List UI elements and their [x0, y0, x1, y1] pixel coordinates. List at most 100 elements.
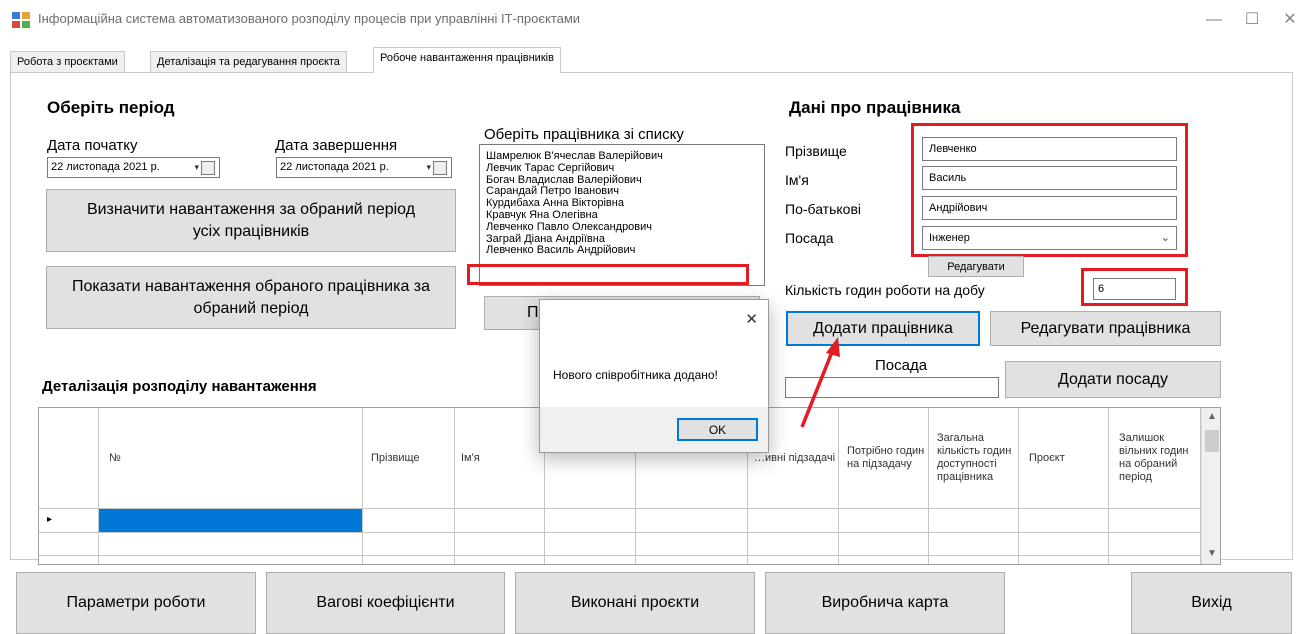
grid-title: Деталізація розподілу навантаження	[42, 378, 317, 395]
exit-button-label: Вихід	[1191, 594, 1232, 611]
production-map-button-label: Виробнича карта	[821, 594, 949, 611]
surname-label: Прізвище	[785, 143, 847, 159]
edit-employee-button[interactable]: Редагувати працівника	[990, 311, 1221, 346]
table-cell[interactable]	[929, 533, 1019, 556]
table-cell[interactable]	[455, 556, 545, 564]
chevron-down-icon: ▾	[194, 162, 199, 172]
new-position-label: Посада	[875, 357, 928, 374]
end-date-value: 22 листопада 2021 р.	[280, 161, 389, 173]
selected-workload-button[interactable]: Показати навантаження обраного працівник…	[46, 266, 456, 329]
weight-coefficients-button-label: Вагові коефіцієнти	[316, 594, 455, 611]
column-header[interactable]: Ім'я	[455, 408, 545, 509]
weight-coefficients-button[interactable]: Вагові коефіцієнти	[266, 572, 505, 634]
end-date-label: Дата завершення	[275, 137, 398, 154]
column-header[interactable]: Залишок вільних годин на обраний період	[1109, 408, 1201, 509]
table-cell[interactable]	[748, 533, 839, 556]
table-cell[interactable]	[636, 533, 748, 556]
edit-position-button-label: Редагувати	[947, 260, 1005, 273]
table-cell[interactable]	[1019, 556, 1109, 564]
position-label: Посада	[785, 230, 834, 246]
row-header[interactable]	[39, 533, 99, 556]
completed-projects-button-label: Виконані проєкти	[570, 594, 700, 611]
tab-workload[interactable]: Робоче навантаження працівників	[373, 47, 561, 73]
list-item[interactable]: Левченко Павло Олександрович	[480, 221, 764, 234]
period-heading: Оберіть період	[47, 98, 175, 117]
hidden-action-button-label: П	[527, 304, 539, 321]
chevron-down-icon[interactable]: ▼	[1207, 548, 1217, 559]
selected-employee-highlight	[467, 264, 749, 285]
table-cell[interactable]	[99, 556, 363, 564]
tab-projects[interactable]: Робота з проєктами	[10, 51, 125, 72]
table-cell[interactable]	[929, 509, 1019, 533]
dialog-ok-button-label: OK	[708, 422, 727, 437]
production-map-button[interactable]: Виробнича карта	[765, 572, 1005, 634]
table-cell[interactable]	[545, 556, 636, 564]
add-position-button[interactable]: Додати посаду	[1005, 361, 1221, 398]
table-cell[interactable]	[545, 533, 636, 556]
calendar-icon	[201, 161, 215, 175]
red-arrow-icon	[800, 337, 840, 428]
table-cell[interactable]	[1109, 556, 1201, 564]
table-cell-selected[interactable]	[99, 509, 363, 533]
employee-heading: Дані про працівника	[789, 98, 961, 117]
table-cell[interactable]	[1109, 533, 1201, 556]
start-date-label: Дата початку	[47, 137, 138, 154]
all-workload-button[interactable]: Визначити навантаження за обраний період…	[46, 189, 456, 252]
calendar-icon	[433, 161, 447, 175]
work-parameters-button[interactable]: Параметри роботи	[16, 572, 256, 634]
chevron-up-icon[interactable]: ▲	[1207, 411, 1217, 422]
list-item[interactable]: Левченко Василь Андрійович	[480, 245, 764, 257]
completed-projects-button[interactable]: Виконані проєкти	[515, 572, 755, 634]
maximize-icon[interactable]: ☐	[1232, 6, 1272, 34]
grid-scrollbar[interactable]: ▲ ▼	[1201, 408, 1220, 564]
table-cell[interactable]	[839, 556, 929, 564]
table-cell[interactable]	[99, 533, 363, 556]
employee-data-highlight	[911, 123, 1188, 257]
row-header-corner	[39, 408, 99, 509]
add-position-button-label: Додати посаду	[1058, 370, 1168, 388]
table-cell[interactable]	[363, 556, 455, 564]
exit-button[interactable]: Вихід	[1131, 572, 1292, 634]
table-cell[interactable]	[839, 509, 929, 533]
end-date-picker[interactable]: 22 листопада 2021 р. ▾	[276, 157, 452, 178]
table-cell[interactable]	[929, 556, 1019, 564]
table-cell[interactable]	[1019, 533, 1109, 556]
table-cell[interactable]	[363, 533, 455, 556]
table-cell[interactable]	[363, 509, 455, 533]
column-header[interactable]: Проєкт	[1019, 408, 1109, 509]
table-cell[interactable]	[455, 509, 545, 533]
table-cell[interactable]	[1019, 509, 1109, 533]
scrollbar-thumb[interactable]	[1205, 430, 1219, 452]
column-header[interactable]: Потрібно годин на підзадачу	[839, 408, 929, 509]
selected-workload-button-label: Показати навантаження обраного працівник…	[71, 277, 431, 317]
close-icon[interactable]: ✕	[1270, 6, 1301, 34]
start-date-value: 22 листопада 2021 р.	[51, 161, 160, 173]
tab-project-details[interactable]: Деталізація та редагування проєкта	[150, 51, 347, 72]
table-cell[interactable]	[748, 509, 839, 533]
row-marker[interactable]: ▸	[39, 509, 99, 533]
column-header[interactable]: Загальна кількість годин доступності пра…	[929, 408, 1019, 509]
hours-label: Кількість годин роботи на добу	[785, 282, 985, 298]
row-header[interactable]	[39, 556, 99, 564]
table-cell[interactable]	[545, 509, 636, 533]
app-icon	[12, 12, 30, 28]
edit-position-button[interactable]: Редагувати	[928, 256, 1024, 277]
all-workload-button-label: Визначити навантаження за обраний період…	[86, 200, 416, 240]
dialog-ok-button[interactable]: OK	[677, 418, 758, 441]
dialog-close-icon[interactable]: ✕	[745, 310, 758, 328]
minimize-icon[interactable]: —	[1194, 6, 1234, 34]
list-item[interactable]: Кравчук Яна Олегівна	[480, 209, 764, 222]
table-cell[interactable]	[455, 533, 545, 556]
table-cell[interactable]	[748, 556, 839, 564]
table-cell[interactable]	[636, 509, 748, 533]
message-dialog: ✕ Нового співробітника додано! OK	[539, 299, 769, 453]
work-parameters-button-label: Параметри роботи	[66, 594, 206, 611]
name-label: Ім'я	[785, 172, 809, 188]
start-date-picker[interactable]: 22 листопада 2021 р. ▾	[47, 157, 220, 178]
table-cell[interactable]	[839, 533, 929, 556]
table-cell[interactable]	[1109, 509, 1201, 533]
column-header[interactable]: Прізвище	[363, 408, 455, 509]
table-cell[interactable]	[636, 556, 748, 564]
list-item[interactable]: Левчик Тарас Сергійович	[480, 162, 764, 175]
column-header[interactable]: №	[99, 408, 363, 509]
